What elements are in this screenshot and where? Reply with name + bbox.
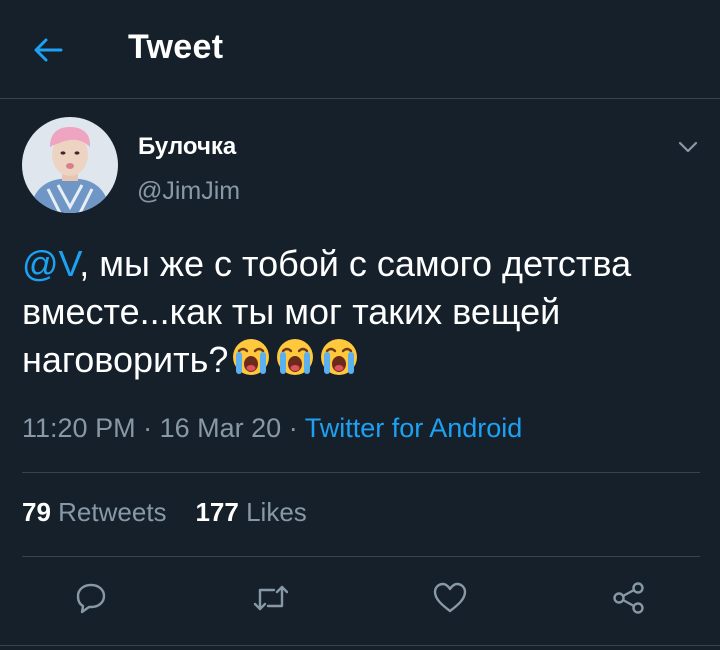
likes-stat[interactable]: 177 Likes xyxy=(195,497,306,527)
tweet-source-link[interactable]: Twitter for Android xyxy=(305,413,523,443)
arrow-left-icon xyxy=(34,38,63,62)
divider xyxy=(22,556,700,557)
meta-separator: · xyxy=(143,413,153,443)
tweet-date: 16 Mar 20 xyxy=(159,413,282,443)
meta-separator: · xyxy=(288,413,298,443)
loudly-crying-face-emoji xyxy=(274,337,316,389)
like-button[interactable] xyxy=(422,570,478,626)
page-title: Tweet xyxy=(128,28,224,66)
action-bar xyxy=(0,570,720,626)
tweet-stats: 79 Retweets 177 Likes xyxy=(22,497,307,528)
likes-count: 177 xyxy=(195,497,239,527)
top-bar: Tweet xyxy=(0,0,720,99)
retweets-stat[interactable]: 79 Retweets xyxy=(22,497,167,527)
retweets-label: Retweets xyxy=(58,497,167,527)
likes-label: Likes xyxy=(246,497,307,527)
share-button[interactable] xyxy=(601,570,657,626)
share-icon xyxy=(613,582,644,614)
avatar[interactable] xyxy=(22,117,118,213)
reply-icon xyxy=(76,583,106,614)
tweet-time: 11:20 PM xyxy=(22,413,136,443)
retweet-icon xyxy=(253,585,289,611)
divider xyxy=(0,645,720,646)
retweets-count: 79 xyxy=(22,497,51,527)
retweet-button[interactable] xyxy=(243,570,299,626)
reply-button[interactable] xyxy=(63,570,119,626)
loudly-crying-face-emoji xyxy=(230,337,272,389)
like-icon xyxy=(433,582,467,613)
tweet-meta: 11:20 PM · 16 Mar 20 · Twitter for Andro… xyxy=(22,413,522,444)
tweet-options-button[interactable] xyxy=(670,132,706,162)
author-display-name[interactable]: Булочка xyxy=(138,133,236,161)
back-button[interactable] xyxy=(22,24,74,76)
loudly-crying-face-emoji xyxy=(318,337,360,389)
chevron-down-icon xyxy=(678,141,698,153)
tweet-text: @V, мы же с тобой с самого детства вмест… xyxy=(22,240,712,389)
author-handle[interactable]: @JimJim xyxy=(137,177,240,206)
divider xyxy=(22,472,700,473)
mention-link[interactable]: @V xyxy=(22,243,79,284)
